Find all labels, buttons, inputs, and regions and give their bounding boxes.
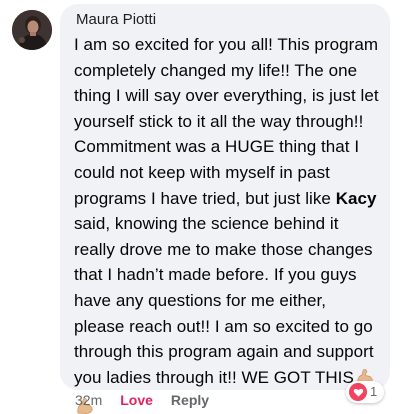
reaction-count: 1 — [370, 384, 378, 399]
comment-container: Maura Piotti I am so excited for you all… — [0, 0, 400, 414]
comment-text: I am so excited for you all! This progra… — [74, 32, 380, 414]
author-name[interactable]: Maura Piotti — [76, 11, 380, 28]
comment-actions: 32m Love Reply — [75, 390, 209, 410]
comment-text-part-2: said, knowing the science behind it real… — [74, 214, 374, 387]
timestamp[interactable]: 32m — [75, 390, 102, 410]
reaction-summary[interactable]: 1 — [346, 381, 385, 403]
avatar-photo — [12, 10, 52, 50]
avatar[interactable] — [12, 10, 52, 50]
reply-button[interactable]: Reply — [171, 390, 209, 410]
mention-link[interactable]: Kacy — [336, 189, 377, 208]
comment-bubble: Maura Piotti I am so excited for you all… — [60, 4, 390, 414]
heart-icon — [349, 383, 367, 401]
love-button[interactable]: Love — [120, 390, 153, 410]
comment-text-part-1: I am so excited for you all! This progra… — [74, 35, 379, 208]
